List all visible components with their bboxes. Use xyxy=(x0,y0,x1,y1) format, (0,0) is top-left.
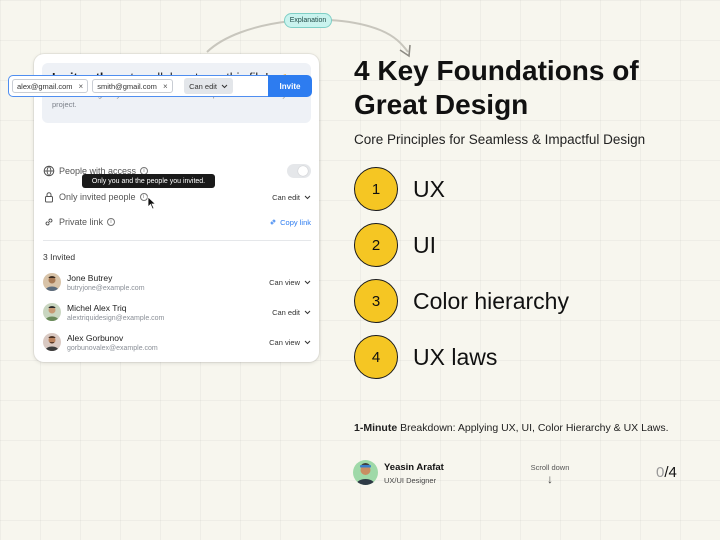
page-indicator: 0/4 xyxy=(656,464,677,481)
page-title: 4 Key Foundations of Great Design xyxy=(354,54,694,122)
number-badge: 3 xyxy=(354,279,398,323)
person-permission-select[interactable]: Can edit xyxy=(272,308,311,317)
person-name: Jone Butrey xyxy=(67,273,145,283)
avatar xyxy=(43,273,61,291)
globe-icon xyxy=(43,165,55,177)
foundation-label: UX laws xyxy=(413,344,497,371)
invited-count: 3 Invited xyxy=(43,252,75,262)
author-avatar xyxy=(353,460,378,485)
chevron-down-icon xyxy=(304,195,311,200)
lock-icon xyxy=(43,191,55,203)
page-subtitle: Core Principles for Seamless & Impactful… xyxy=(354,132,645,147)
chevron-down-icon xyxy=(221,84,228,89)
copy-link-button[interactable]: Copy link xyxy=(269,218,311,227)
explanation-tag: Explanation xyxy=(284,13,332,28)
avatar xyxy=(43,333,61,351)
mouse-cursor-icon xyxy=(147,196,157,210)
access-toggle[interactable] xyxy=(287,164,311,178)
foundation-item: 4 UX laws xyxy=(354,335,654,379)
tooltip: Only you and the people you invited. xyxy=(82,174,215,188)
invite-email-input[interactable]: alex@gmail.com × smith@gmail.com × Can e… xyxy=(8,75,278,97)
foundation-label: UI xyxy=(413,232,436,259)
person-name: Michel Alex Triq xyxy=(67,303,164,313)
person-email: butryjone@example.com xyxy=(67,285,145,292)
remove-chip-icon[interactable]: × xyxy=(163,82,168,91)
avatar xyxy=(43,303,61,321)
person-permission-select[interactable]: Can view xyxy=(269,278,311,287)
number-badge: 4 xyxy=(354,335,398,379)
link-icon xyxy=(43,216,55,228)
person-permission-select[interactable]: Can view xyxy=(269,338,311,347)
scroll-hint: Scroll down xyxy=(527,463,573,472)
invited-person-row: Michel Alex Triq alextriquidesign@exampl… xyxy=(43,300,311,324)
number-badge: 1 xyxy=(354,167,398,211)
only-invited-permission-select[interactable]: Can edit xyxy=(272,193,311,202)
person-email: alextriquidesign@example.com xyxy=(67,315,164,322)
breakdown-text: 1-Minute Breakdown: Applying UX, UI, Col… xyxy=(354,422,669,434)
invited-person-row: Jone Butrey butryjone@example.com Can vi… xyxy=(43,270,311,294)
foundation-label: Color hierarchy xyxy=(413,288,569,315)
number-badge: 2 xyxy=(354,223,398,267)
chevron-down-icon xyxy=(304,280,311,285)
private-link-row: Private link i Copy link xyxy=(43,214,311,230)
permission-select[interactable]: Can edit xyxy=(184,78,233,94)
invited-person-row: Alex Gorbunov gorbunovalex@example.com C… xyxy=(43,330,311,354)
invite-button[interactable]: Invite xyxy=(268,75,312,97)
author-name: Yeasin Arafat xyxy=(384,462,444,473)
chevron-down-icon xyxy=(304,340,311,345)
author-role: UX/UI Designer xyxy=(384,476,436,485)
arrow-down-icon: ↓ xyxy=(527,472,573,486)
person-name: Alex Gorbunov xyxy=(67,333,158,343)
divider xyxy=(43,240,311,241)
email-chip: alex@gmail.com × xyxy=(12,79,88,93)
foundation-item: 2 UI xyxy=(354,223,654,267)
person-email: gorbunovalex@example.com xyxy=(67,345,158,352)
info-icon: i xyxy=(107,218,115,226)
foundation-item: 1 UX xyxy=(354,167,654,211)
remove-chip-icon[interactable]: × xyxy=(79,82,84,91)
chevron-down-icon xyxy=(304,310,311,315)
link-icon xyxy=(269,218,277,226)
foundation-label: UX xyxy=(413,176,445,203)
foundation-item: 3 Color hierarchy xyxy=(354,279,654,323)
only-invited-row: Only invited people i Can edit xyxy=(43,189,311,205)
email-chip: smith@gmail.com × xyxy=(92,79,172,93)
